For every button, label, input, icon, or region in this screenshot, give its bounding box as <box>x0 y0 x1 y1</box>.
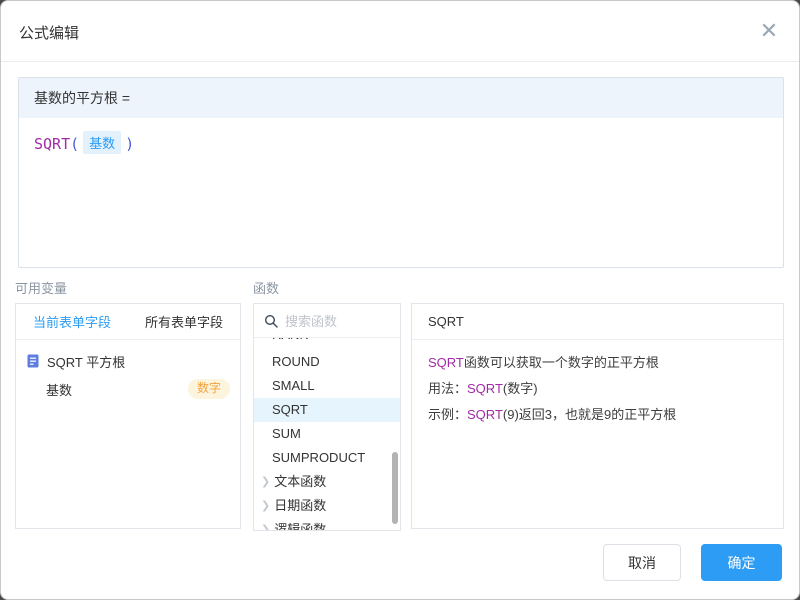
variables-tabs: 当前表单字段 所有表单字段 <box>16 304 240 340</box>
formula-expression[interactable]: SQRT(基数) <box>19 118 783 167</box>
formula-function-name: SQRT <box>34 135 70 153</box>
cancel-button[interactable]: 取消 <box>603 544 681 581</box>
function-list: RANK ROUND SMALL SQRT SUM SUMPRODUCT ❯ 文… <box>254 338 400 531</box>
functions-panel: 搜索函数 RANK ROUND SMALL SQRT SUM SUMPRODUC… <box>253 303 401 531</box>
function-item-selected[interactable]: SQRT <box>254 398 400 422</box>
function-item[interactable]: SMALL <box>254 374 400 398</box>
formula-paren-open: ( <box>70 135 79 153</box>
dialog-title: 公式编辑 <box>19 22 79 43</box>
function-item[interactable]: SUM <box>254 422 400 446</box>
function-item[interactable]: ROUND <box>254 350 400 374</box>
scrollbar-thumb[interactable] <box>392 452 398 524</box>
function-group-label: 日期函数 <box>274 494 326 518</box>
variable-tree-parent[interactable]: SQRT 平方根 <box>16 348 240 374</box>
variable-tree-child[interactable]: 基数 数字 <box>16 376 240 402</box>
detail-description: SQRT函数可以获取一个数字的正平方根 <box>428 350 767 376</box>
formula-editor[interactable]: 基数的平方根 = SQRT(基数) <box>18 77 784 268</box>
document-icon <box>26 354 40 368</box>
functions-section-label: 函数 <box>253 278 279 297</box>
function-group-logic[interactable]: ❯ 逻辑函数 <box>254 518 400 531</box>
detail-body: SQRT函数可以获取一个数字的正平方根 用法：SQRT(数字) 示例：SQRT(… <box>412 340 783 438</box>
chevron-right-icon: ❯ <box>261 470 270 494</box>
formula-variable-chip[interactable]: 基数 <box>83 131 121 154</box>
variables-section-label: 可用变量 <box>15 278 67 297</box>
function-search[interactable]: 搜索函数 <box>254 304 400 338</box>
function-detail-panel: SQRT SQRT函数可以获取一个数字的正平方根 用法：SQRT(数字) 示例：… <box>411 303 784 529</box>
variables-panel: 当前表单字段 所有表单字段 SQRT 平方根 基数 数字 <box>15 303 241 529</box>
chevron-right-icon: ❯ <box>261 494 270 518</box>
function-group-label: 文本函数 <box>274 470 326 494</box>
variable-type-badge: 数字 <box>188 379 230 399</box>
search-icon <box>264 314 278 328</box>
function-group-text[interactable]: ❯ 文本函数 <box>254 470 400 494</box>
formula-result-label: 基数的平方根 = <box>19 78 783 118</box>
search-placeholder: 搜索函数 <box>285 311 337 330</box>
tab-current-form-fields[interactable]: 当前表单字段 <box>16 304 128 339</box>
function-item-clipped[interactable]: RANK <box>254 338 400 350</box>
detail-usage: 用法：SQRT(数字) <box>428 376 767 402</box>
detail-title: SQRT <box>412 304 783 340</box>
variable-tree-parent-label: SQRT 平方根 <box>47 352 125 371</box>
function-item[interactable]: SUMPRODUCT <box>254 446 400 470</box>
formula-paren-close: ) <box>125 135 134 153</box>
close-icon[interactable]: ✕ <box>755 17 783 45</box>
formula-edit-dialog: 公式编辑 ✕ 基数的平方根 = SQRT(基数) 可用变量 函数 当前表单字段 … <box>0 0 800 600</box>
chevron-right-icon: ❯ <box>261 518 270 531</box>
function-group-date[interactable]: ❯ 日期函数 <box>254 494 400 518</box>
function-group-label: 逻辑函数 <box>274 518 326 531</box>
detail-example: 示例：SQRT(9)返回3，也就是9的正平方根 <box>428 402 767 428</box>
header-divider <box>1 61 799 62</box>
confirm-button[interactable]: 确定 <box>701 544 782 581</box>
tab-all-form-fields[interactable]: 所有表单字段 <box>128 304 240 339</box>
variable-tree-child-label: 基数 <box>46 380 72 399</box>
